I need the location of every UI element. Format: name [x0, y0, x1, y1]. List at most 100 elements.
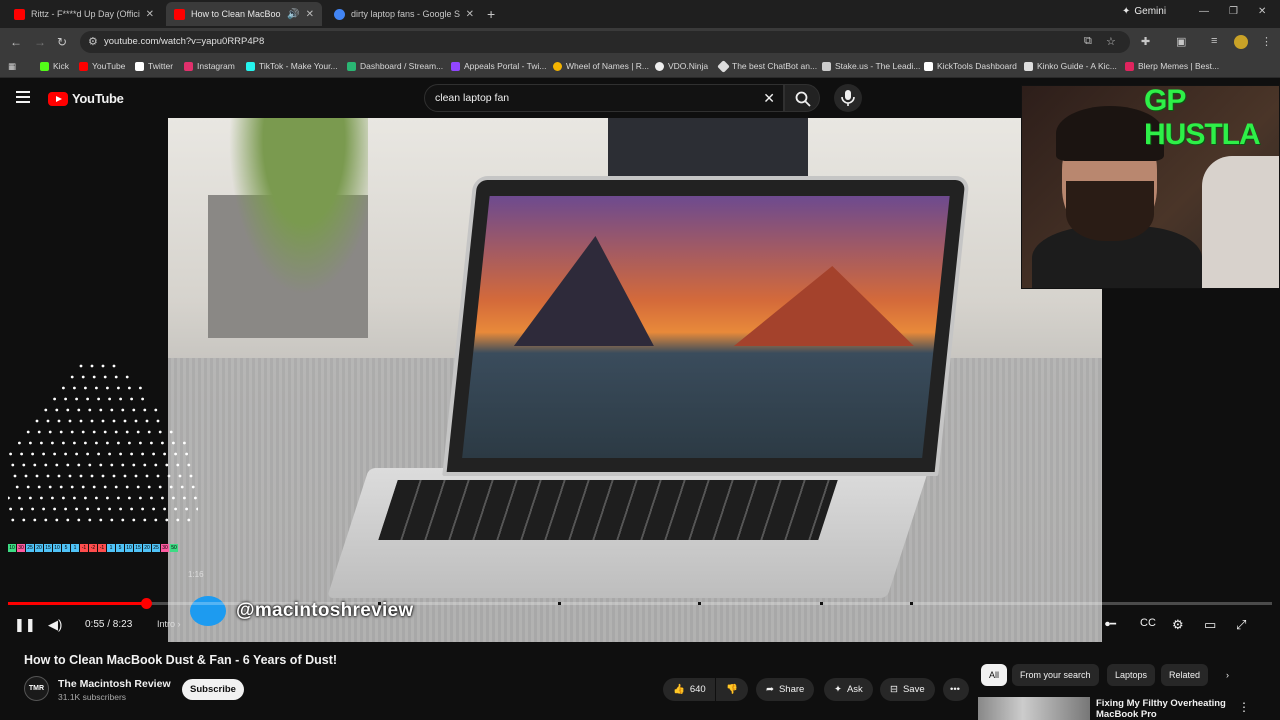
theater-mode-icon[interactable]: ▭: [1204, 617, 1216, 633]
chips-next-chevron-icon[interactable]: ›: [1218, 664, 1237, 686]
filter-chip-all[interactable]: All: [981, 664, 1008, 686]
visualizer-dot: [31, 507, 34, 511]
close-tab-icon[interactable]: ✕: [146, 9, 154, 20]
video-player[interactable]: [168, 118, 1102, 642]
apps-grid-icon[interactable]: ▦: [8, 61, 16, 72]
filter-chip-laptops[interactable]: Laptops: [1107, 664, 1156, 686]
subscribe-button[interactable]: Subscribe: [182, 679, 244, 700]
channel-name[interactable]: The Macintosh Review: [58, 678, 171, 690]
like-button[interactable]: 👍 640: [663, 678, 715, 701]
new-tab-icon[interactable]: +: [487, 6, 495, 22]
profile-avatar[interactable]: [1234, 35, 1248, 49]
gemini-sparkle-icon: ✦: [1122, 6, 1131, 17]
ask-label: Ask: [846, 684, 863, 695]
clear-search-icon[interactable]: ✕: [763, 90, 775, 107]
bookmark-save-icon: ⊟: [890, 684, 898, 695]
progress-bar[interactable]: [8, 602, 1272, 605]
bookmark-appeals[interactable]: Appeals Portal - Twi...: [451, 61, 547, 71]
visualizer-dot: [150, 441, 153, 445]
recommendation-title[interactable]: Fixing My Filthy Overheating MacBook Pro: [1096, 698, 1226, 720]
more-actions-button[interactable]: •••: [943, 678, 969, 701]
visualizer-chip: 5: [62, 544, 70, 552]
visualizer-chip: 10: [8, 544, 16, 552]
side-panel-icon[interactable]: ▣: [1176, 35, 1186, 48]
media-control-icon[interactable]: ≡: [1211, 35, 1217, 47]
recommendation-more-icon[interactable]: ⋮: [1238, 700, 1250, 714]
visualizer-dot: [141, 397, 145, 401]
autoplay-toggle[interactable]: ⏺━: [1105, 619, 1116, 630]
browser-tab-google[interactable]: dirty laptop fans - Google Sear ✕: [326, 2, 482, 26]
pause-icon[interactable]: ❚❚: [14, 617, 36, 633]
omnibox[interactable]: ⚙ youtube.com/watch?v=yapu0RRP4P8 ⧉ ☆: [80, 31, 1130, 53]
save-button[interactable]: ⊟ Save: [880, 678, 935, 701]
visualizer-dot: [97, 397, 100, 401]
tab-title: Rittz - F****d Up Day (Official M: [31, 9, 140, 19]
dislike-button[interactable]: 👎: [716, 678, 748, 701]
bookmark-vdoninja[interactable]: VDO.Ninja: [655, 61, 708, 71]
back-icon[interactable]: ←: [10, 35, 22, 49]
more-horizontal-icon: •••: [950, 684, 960, 695]
sparkle-icon: ✦: [834, 684, 842, 695]
bookmark-tiktok[interactable]: TikTok - Make Your...: [246, 61, 338, 71]
install-app-icon[interactable]: ⧉: [1084, 35, 1092, 48]
bookmark-twitter[interactable]: Twitter: [135, 61, 173, 71]
visualizer-chip: 30: [17, 544, 25, 552]
bookmark-star-icon[interactable]: ☆: [1106, 35, 1116, 48]
visualizer-dot: [92, 430, 96, 434]
bookmark-stake[interactable]: Stake.us - The Leadi...: [822, 61, 920, 71]
restore-icon[interactable]: ❐: [1229, 6, 1238, 17]
speaker-icon[interactable]: 🔊: [287, 9, 299, 20]
bookmark-wheel[interactable]: Wheel of Names | R...: [553, 61, 649, 71]
extensions-icon[interactable]: ✚: [1141, 35, 1150, 48]
visualizer-dot: [86, 397, 89, 401]
forward-icon[interactable]: →: [34, 35, 46, 49]
gemini-button[interactable]: ✦ Gemini: [1122, 6, 1166, 17]
share-button[interactable]: ➦ Share: [756, 678, 815, 701]
close-tab-icon[interactable]: ✕: [306, 9, 314, 20]
bookmark-label: The best ChatBot an...: [732, 61, 818, 71]
bookmark-blerp[interactable]: Blerp Memes | Best...: [1125, 61, 1219, 71]
bookmark-dashboard[interactable]: Dashboard / Stream...: [347, 61, 443, 71]
browser-tab-macbook[interactable]: How to Clean MacBook Du 🔊 ✕: [166, 2, 322, 26]
bookmark-chatbot[interactable]: The best ChatBot an...: [717, 59, 818, 73]
visualizer-dot: [119, 397, 122, 401]
site-info-icon[interactable]: ⚙: [88, 35, 98, 48]
browser-menu-icon[interactable]: ⋮: [1261, 35, 1272, 48]
visualizer-dot: [62, 386, 65, 390]
url-text: youtube.com/watch?v=yapu0RRP4P8: [104, 36, 265, 47]
youtube-logo[interactable]: YouTube: [48, 91, 124, 106]
bookmark-kick[interactable]: Kick: [40, 61, 69, 71]
menu-hamburger-icon[interactable]: [16, 91, 30, 106]
bookmark-kinko[interactable]: Kinko Guide - A Kic...: [1024, 61, 1117, 71]
visualizer-chip: 15: [134, 544, 142, 552]
ask-button[interactable]: ✦ Ask: [824, 678, 873, 701]
visualizer-dot: [20, 452, 23, 456]
bookmark-label: Kinko Guide - A Kic...: [1037, 61, 1117, 71]
close-tab-icon[interactable]: ✕: [466, 9, 474, 20]
search-button[interactable]: [784, 84, 820, 112]
filter-chip-from-search[interactable]: From your search: [1012, 664, 1099, 686]
search-input[interactable]: clean laptop fan ✕: [424, 84, 784, 112]
fullscreen-icon[interactable]: ⤢: [1236, 617, 1246, 633]
volume-icon[interactable]: ◀): [48, 617, 62, 633]
visualizer-dot: [22, 518, 26, 522]
channel-avatar[interactable]: TMR: [24, 676, 49, 701]
progress-scrubber[interactable]: [140, 598, 152, 609]
settings-gear-icon[interactable]: ⚙: [1172, 617, 1184, 633]
recommendation-thumbnail[interactable]: [978, 697, 1090, 720]
minimize-icon[interactable]: —: [1199, 6, 1209, 17]
filter-chip-related[interactable]: Related: [1161, 664, 1209, 686]
bookmark-kicktools[interactable]: KickTools Dashboard: [924, 61, 1017, 71]
video-laptop-lid: [442, 176, 970, 476]
browser-tab-rittz[interactable]: Rittz - F****d Up Day (Official M ✕: [6, 2, 162, 26]
reload-icon[interactable]: ↻: [57, 35, 67, 49]
visualizer-dot: [92, 485, 96, 489]
chapter-button[interactable]: Intro ›: [157, 619, 181, 629]
close-window-icon[interactable]: ✕: [1258, 6, 1266, 17]
bookmark-youtube[interactable]: YouTube: [79, 61, 125, 71]
voice-search-button[interactable]: [834, 84, 862, 112]
subtitles-icon[interactable]: CC: [1140, 617, 1156, 629]
bookmark-instagram[interactable]: Instagram: [184, 61, 235, 71]
visualizer-dot: [119, 452, 122, 456]
visualizer-dot: [90, 474, 94, 478]
